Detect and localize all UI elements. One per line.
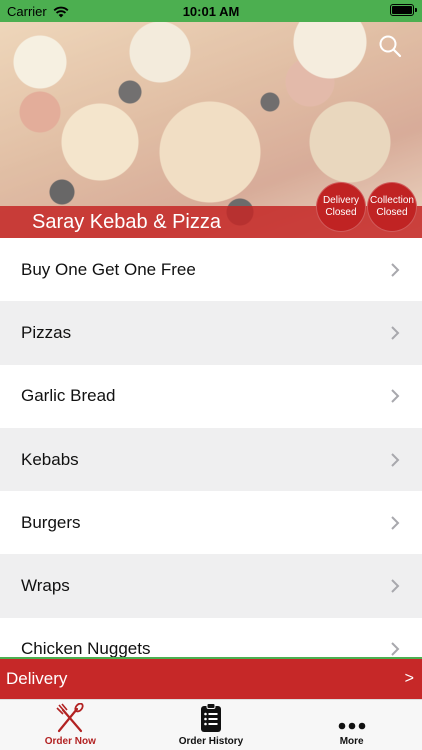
menu-item-label: Chicken Nuggets [21,639,151,657]
status-bar: Carrier 10:01 AM [0,0,422,22]
tab-order-now-label: Order Now [44,736,96,747]
restaurant-name: Saray Kebab & Pizza [32,211,221,233]
menu-item-buy-one-get-one-free[interactable]: Buy One Get One Free [0,238,422,302]
tab-bar: Order Now Order History More [0,699,422,750]
delivery-mode-bar[interactable]: Delivery > [0,657,422,699]
collection-badge-line1: Collection [370,195,414,206]
app-screen: Carrier 10:01 AM Saray Kebab & Pizza Del… [0,0,422,750]
status-time: 10:01 AM [182,4,240,19]
menu-item-garlic-bread[interactable]: Garlic Bread [0,364,422,428]
chevron-right-icon [391,516,400,530]
delivery-badge-line2: Closed [325,207,357,218]
search-icon[interactable] [378,34,402,58]
menu-item-label: Wraps [21,576,70,596]
chevron-right-icon [391,389,400,403]
delivery-arrow-icon: > [404,670,414,687]
menu-item-label: Kebabs [21,449,79,469]
battery-fill [392,6,412,14]
delivery-mode-label: Delivery [6,669,68,688]
collection-badge-line2: Closed [376,207,408,218]
chevron-right-icon [391,579,400,593]
menu-item-label: Pizzas [21,322,72,342]
menu-category-list[interactable]: Buy One Get One Free Pizzas Garlic Bread… [0,238,422,657]
chevron-right-icon [391,326,400,340]
fork-knife-icon [56,703,84,733]
tab-more[interactable]: More [281,700,422,750]
tab-order-now[interactable]: Order Now [0,700,141,750]
menu-item-pizzas[interactable]: Pizzas [0,301,422,365]
more-dots-icon [338,722,365,730]
menu-item-label: Buy One Get One Free [21,259,196,279]
chevron-right-icon [391,452,400,467]
delivery-badge-line1: Delivery [322,195,360,206]
menu-item-kebabs[interactable]: Kebabs [0,427,422,492]
clipboard-list-icon [201,703,221,732]
status-right [390,4,417,16]
delivery-status-badge: Delivery Closed [316,182,366,232]
menu-item-chicken-nuggets[interactable]: Chicken Nuggets [0,617,422,657]
battery-icon [390,4,417,16]
hero-banner: Saray Kebab & Pizza Delivery Closed Coll… [0,22,422,238]
chevron-right-icon [391,262,400,277]
menu-item-label: Burgers [21,512,81,532]
collection-status-badge: Collection Closed [367,182,417,232]
chevron-right-icon [391,642,400,657]
menu-item-label: Garlic Bread [21,386,116,406]
tab-more-label: More [339,736,364,747]
menu-item-wraps[interactable]: Wraps [0,554,422,618]
tab-order-history-label: Order History [178,736,244,747]
tab-order-history[interactable]: Order History [141,700,282,750]
menu-item-burgers[interactable]: Burgers [0,491,422,555]
